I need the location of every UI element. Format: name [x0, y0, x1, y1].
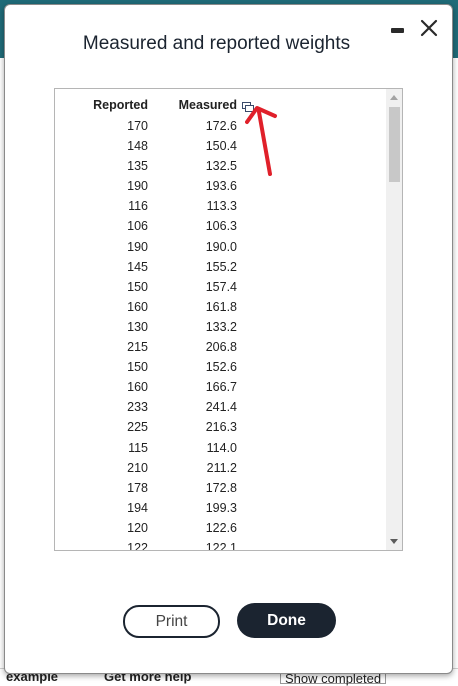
copy-to-clipboard-icon[interactable] [242, 99, 254, 112]
measured-value: 161.8 [205, 299, 237, 314]
reported-value: 122 [127, 540, 148, 551]
table-row: 106 106.3 [55, 217, 385, 237]
measured-value: 114.0 [206, 440, 237, 455]
table-row: 120 122.6 [55, 519, 385, 539]
scroll-down-arrow-icon[interactable] [390, 539, 398, 544]
measured-value: 133.2 [205, 319, 237, 334]
measured-value: 241.4 [205, 400, 237, 415]
column-header-measured: Measured [178, 98, 237, 112]
measured-value: 132.5 [205, 159, 237, 174]
table-row: 145 155.2 [55, 258, 385, 278]
measured-value: 190.0 [205, 239, 237, 254]
table-row: 116 113.3 [55, 197, 385, 217]
reported-value: 160 [127, 380, 148, 395]
reported-value: 150 [127, 360, 148, 375]
table-row: 160 161.8 [55, 298, 385, 318]
scroll-up-arrow-icon[interactable] [390, 95, 398, 100]
reported-value: 115 [128, 440, 148, 455]
minimize-icon [391, 28, 404, 33]
column-header-reported: Reported [93, 98, 148, 112]
measured-value: 193.6 [205, 179, 237, 194]
vertical-scrollbar[interactable] [386, 89, 402, 550]
measured-value: 113.3 [206, 199, 237, 214]
measured-value: 152.6 [205, 360, 237, 375]
reported-value: 135 [127, 159, 148, 174]
reported-value: 145 [127, 259, 148, 274]
reported-value: 225 [127, 420, 148, 435]
reported-value: 215 [127, 340, 148, 355]
minimize-button[interactable] [391, 23, 405, 37]
table-row: 115 114.0 [55, 439, 385, 459]
table-row: 215 206.8 [55, 338, 385, 358]
reported-value: 106 [127, 219, 148, 234]
measured-value: 106.3 [205, 219, 237, 234]
table-row: 150 157.4 [55, 278, 385, 298]
measured-value: 216.3 [205, 420, 237, 435]
table-row: 190 193.6 [55, 177, 385, 197]
close-button[interactable] [417, 16, 441, 40]
print-button[interactable]: Print [123, 605, 220, 638]
reported-value: 190 [127, 239, 148, 254]
reported-value: 170 [127, 119, 148, 133]
measured-value: 122.1 [205, 540, 237, 551]
table-row: 130 133.2 [55, 318, 385, 338]
scroll-thumb[interactable] [389, 107, 400, 182]
done-button[interactable]: Done [237, 603, 336, 638]
table-row: 178 172.8 [55, 479, 385, 499]
data-table-panel[interactable]: Reported Measured 170 172.6 148 150.4 135 132… [54, 88, 403, 551]
table-row: 190 190.0 [55, 238, 385, 258]
close-icon [420, 19, 438, 37]
reported-value: 148 [127, 139, 148, 154]
table-row: 210 211.2 [55, 459, 385, 479]
table-row: 160 166.7 [55, 378, 385, 398]
table-row: 122 122.1 [55, 539, 385, 551]
measured-value: 150.4 [205, 139, 237, 154]
measured-value: 199.3 [205, 500, 237, 515]
table-row: 225 216.3 [55, 418, 385, 438]
reported-value: 160 [127, 299, 148, 314]
table-body: 170 172.6 148 150.4 135 132.5 190 193.6 116 113.3… [55, 117, 385, 551]
reported-value: 150 [127, 279, 148, 294]
measured-value: 157.4 [205, 279, 237, 294]
data-table-dialog: Measured and reported weights Reported M… [4, 4, 453, 674]
measured-value: 211.2 [206, 460, 237, 475]
reported-value: 130 [127, 319, 148, 334]
measured-value: 155.2 [205, 259, 237, 274]
reported-value: 178 [127, 480, 148, 495]
measured-value: 122.6 [205, 520, 237, 535]
measured-value: 206.8 [205, 340, 237, 355]
table-row: 194 199.3 [55, 499, 385, 519]
table-row: 135 132.5 [55, 157, 385, 177]
dialog-title: Measured and reported weights [82, 33, 351, 54]
reported-value: 190 [127, 179, 148, 194]
table-row: 170 172.6 [55, 117, 385, 137]
measured-value: 172.6 [205, 119, 237, 133]
table-row: 150 152.6 [55, 358, 385, 378]
measured-value: 172.8 [205, 480, 237, 495]
reported-value: 116 [128, 199, 148, 214]
reported-value: 120 [127, 520, 148, 535]
reported-value: 194 [127, 500, 148, 515]
table-row: 148 150.4 [55, 137, 385, 157]
reported-value: 233 [127, 400, 148, 415]
table-row: 233 241.4 [55, 398, 385, 418]
measured-value: 166.7 [205, 380, 237, 395]
reported-value: 210 [127, 460, 148, 475]
